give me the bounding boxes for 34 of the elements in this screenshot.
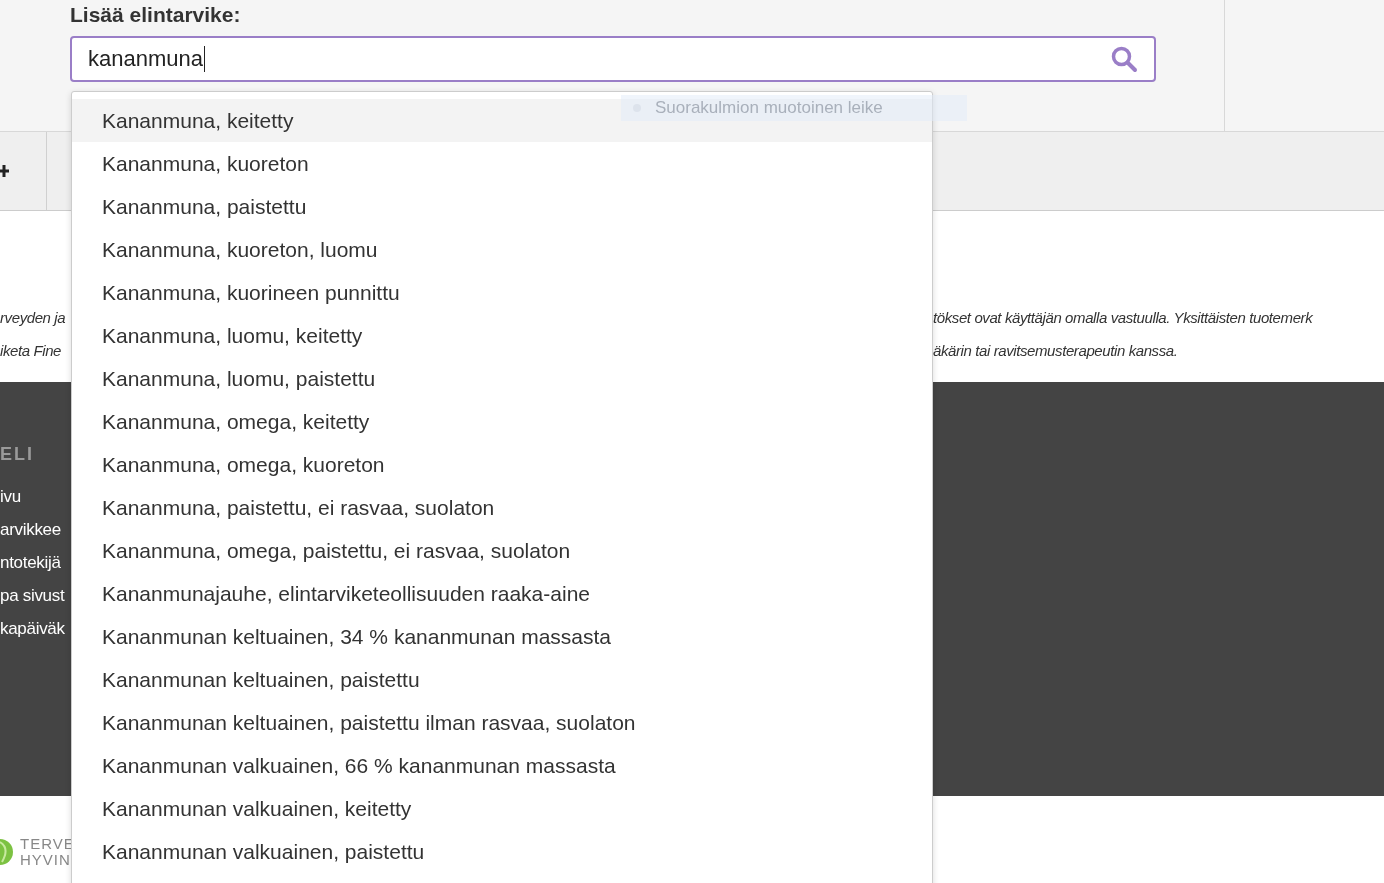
footer-link[interactable]: kapäiväk — [0, 618, 65, 640]
suggestion-item[interactable]: Kananmuna, omega, paistettu, ei rasvaa, suolaton — [72, 529, 932, 572]
logo-text: TERVE HYVIN — [20, 836, 75, 868]
footer-link[interactable]: arvikkee — [0, 519, 61, 541]
disclaimer-text: rveyden ja — [0, 308, 67, 328]
disclaimer-text: tökset ovat käyttäjän omalla vastuulla. Yksittäisten tuotemerk — [933, 308, 1314, 328]
disclaimer-text: äkärin tai ravitsemusterapeutin kanssa. — [933, 341, 1179, 361]
footer-heading: ELI — [0, 444, 34, 465]
suggestion-item[interactable]: Kananmuna, kuoreton — [72, 142, 932, 185]
suggestion-item[interactable]: Kananmunan keltuainen, paistettu ilman rasvaa, suolaton — [72, 701, 932, 744]
search-icon[interactable] — [1110, 45, 1138, 73]
suggestion-item[interactable]: Kananmuna, omega, keitetty — [72, 400, 932, 443]
tooltip-text: Suorakulmion muotoinen leike — [655, 98, 883, 118]
footer-link[interactable]: ivu — [0, 486, 21, 508]
suggestion-item[interactable]: Kananmuna, kuoreton, luomu — [72, 228, 932, 271]
text-cursor — [204, 46, 206, 72]
footer-link[interactable]: ntotekijä — [0, 552, 61, 574]
suggestion-item[interactable]: Kananmunan valkuainen, 66 % kananmunan massasta — [72, 744, 932, 787]
suggestion-item[interactable]: Kananmunajauhe, elintarviketeollisuuden raaka-aine — [72, 572, 932, 615]
suggestion-item[interactable]: Kananmunan keltuainen, paistettu — [72, 658, 932, 701]
disclaimer-text: iketa Fine — [0, 341, 63, 361]
field-label: Lisää elintarvike: — [70, 2, 242, 28]
suggestion-item[interactable]: Kananmunan keltuainen, 34 % kananmunan massasta — [72, 615, 932, 658]
suggestion-item[interactable]: Kananmuna, paistettu, ei rasvaa, suolaton — [72, 486, 932, 529]
suggestion-item[interactable]: Kananmuna, luomu, keitetty — [72, 314, 932, 357]
suggestion-item[interactable]: Kananmuna, kuorineen punnittu — [72, 271, 932, 314]
suggestion-item[interactable]: Kananmunan valkuainen, keitetty — [72, 787, 932, 830]
suggestion-item[interactable]: Kananmuna, paistettu — [72, 185, 932, 228]
suggestion-item[interactable]: Kananmunan valkuainen, paistettu — [72, 830, 932, 873]
suggestion-item[interactable]: Kananmuna, omega, kuoreton — [72, 443, 932, 486]
search-field[interactable]: kananmuna — [70, 36, 1156, 82]
footer-link[interactable]: pa sivust — [0, 585, 65, 607]
plus-icon[interactable] — [0, 162, 10, 180]
suggestion-item[interactable]: Kananmuna, luomu, paistettu — [72, 357, 932, 400]
